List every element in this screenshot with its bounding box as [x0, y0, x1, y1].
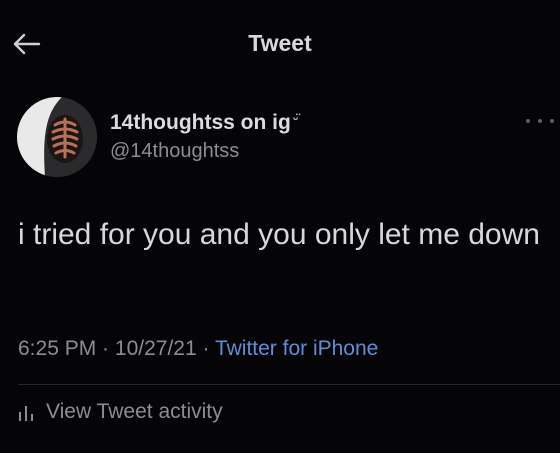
name-emoji: ᵕ̈	[292, 111, 299, 126]
more-horizontal-icon-dot	[550, 119, 554, 123]
activity-label: View Tweet activity	[46, 400, 223, 423]
tweet-detail-screen: Tweet 14thoughtss on ig ᵕ̈ @14thoughtss i…	[0, 0, 560, 453]
tweet-time[interactable]: 6:25 PM	[18, 337, 96, 360]
avatar[interactable]	[17, 97, 97, 177]
tweet-date[interactable]: 10/27/21	[115, 337, 197, 360]
author-display-name[interactable]: 14thoughtss on ig ᵕ̈	[110, 111, 298, 135]
divider	[18, 384, 560, 385]
more-horizontal-icon-dot	[538, 119, 542, 123]
more-options-button[interactable]	[526, 113, 554, 129]
author-handle[interactable]: @14thoughtss	[110, 140, 239, 163]
profile-photo	[17, 97, 97, 177]
more-horizontal-icon-dot	[526, 119, 530, 123]
author-name-text: 14thoughtss on ig	[110, 111, 291, 134]
meta-separator: ·	[196, 337, 215, 360]
page-title: Tweet	[248, 30, 312, 56]
tweet-source-link[interactable]: Twitter for iPhone	[215, 337, 378, 360]
analytics-bars-icon	[19, 406, 33, 421]
tweet-meta: 6:25 PM · 10/27/21 · Twitter for iPhone	[18, 337, 378, 361]
tweet-text: i tried for you and you only let me down	[18, 218, 540, 251]
view-tweet-activity-button[interactable]: View Tweet activity	[18, 400, 223, 424]
meta-separator: ·	[96, 337, 115, 360]
